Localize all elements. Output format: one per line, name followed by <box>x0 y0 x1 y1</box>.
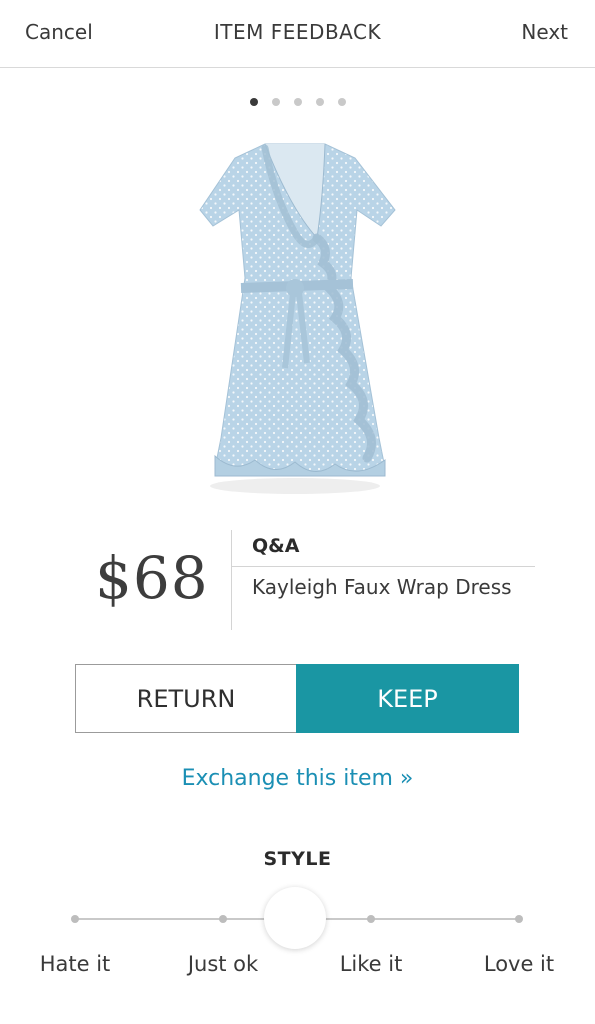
rating-label-just-ok[interactable]: Just ok <box>163 952 283 976</box>
price: $68 <box>95 544 209 612</box>
top-nav-bar: Cancel ITEM FEEDBACK Next <box>0 0 595 68</box>
price-block: $68 Q&A Kayleigh Faux Wrap Dress <box>0 530 595 630</box>
page-indicator <box>0 98 595 106</box>
slider-stop-just-ok[interactable] <box>219 915 227 923</box>
keep-button[interactable]: KEEP <box>296 664 519 733</box>
slider-stop-love[interactable] <box>515 915 523 923</box>
page-dot-1[interactable] <box>249 98 258 106</box>
slider-thumb[interactable] <box>264 887 326 949</box>
page-dot-4[interactable] <box>315 98 324 106</box>
dress-icon <box>199 143 396 494</box>
rating-label-love[interactable]: Love it <box>459 952 579 976</box>
style-rating-slider[interactable] <box>60 885 535 955</box>
page-dot-3[interactable] <box>293 98 302 106</box>
brand-name: Q&A <box>252 535 300 557</box>
vertical-divider <box>231 530 232 630</box>
next-button[interactable]: Next <box>521 20 568 44</box>
horizontal-divider <box>232 566 535 567</box>
exchange-item-link[interactable]: Exchange this item » <box>0 766 595 791</box>
page-dot-2[interactable] <box>271 98 280 106</box>
style-rating-title: STYLE <box>263 848 332 870</box>
rating-label-like[interactable]: Like it <box>311 952 431 976</box>
slider-stop-hate[interactable] <box>71 915 79 923</box>
return-button[interactable]: RETURN <box>75 664 296 733</box>
page-dot-5[interactable] <box>337 98 346 106</box>
slider-stop-like[interactable] <box>367 915 375 923</box>
return-keep-toggle: RETURN KEEP <box>75 664 519 733</box>
product-image <box>195 138 400 498</box>
product-name: Kayleigh Faux Wrap Dress <box>252 575 512 599</box>
page-title: ITEM FEEDBACK <box>213 20 382 44</box>
rating-label-hate[interactable]: Hate it <box>15 952 135 976</box>
